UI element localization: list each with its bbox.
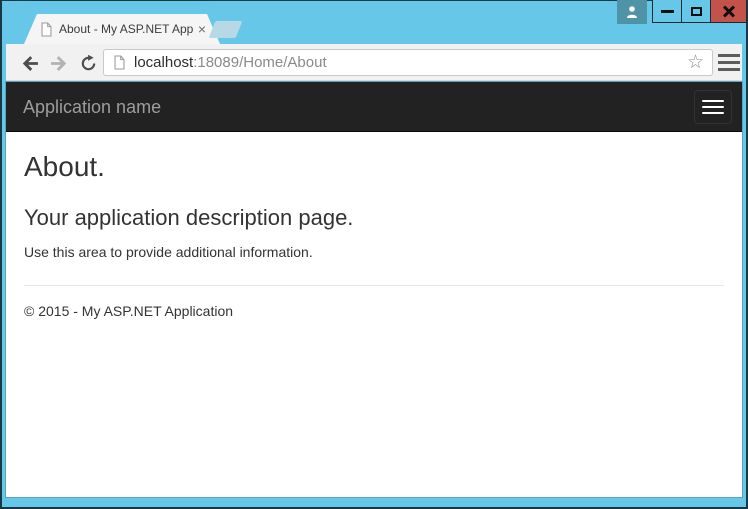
page-favicon-icon: [40, 22, 53, 37]
url-path: :18089/Home/About: [193, 54, 326, 71]
forward-arrow-icon: [48, 53, 69, 74]
reload-icon: [79, 54, 98, 73]
copyright-text: © 2015 - My ASP.NET Application: [24, 303, 724, 319]
menu-bar-icon: [718, 61, 740, 64]
hamburger-bar-icon: [702, 106, 724, 108]
close-icon: [722, 4, 736, 18]
page-footer: © 2015 - My ASP.NET Application: [24, 303, 724, 319]
browser-tab[interactable]: About - My ASP.NET Appl ×: [24, 14, 220, 44]
page-viewport: Application name About. Your application…: [6, 82, 742, 497]
maximize-button[interactable]: [681, 0, 710, 22]
back-button[interactable]: [18, 51, 42, 75]
hamburger-bar-icon: [702, 100, 724, 102]
tab-close-icon[interactable]: ×: [198, 22, 206, 36]
menu-bar-icon: [718, 54, 740, 57]
page-icon: [113, 55, 126, 70]
page-description: Use this area to provide additional info…: [24, 244, 724, 260]
navbar-toggle-button[interactable]: [694, 90, 732, 124]
forward-button[interactable]: [46, 51, 70, 75]
profile-button[interactable]: [617, 0, 647, 24]
url-input[interactable]: localhost:18089/Home/About ☆: [103, 49, 713, 76]
site-navbar: Application name: [6, 82, 742, 132]
browser-toolbar: localhost:18089/Home/About ☆: [6, 44, 742, 81]
page-title: About.: [24, 151, 724, 183]
page-content: About. Your application description page…: [6, 151, 742, 319]
url-text: localhost:18089/Home/About: [134, 54, 687, 71]
hamburger-bar-icon: [702, 112, 724, 114]
minimize-button[interactable]: [653, 0, 681, 22]
url-host: localhost: [134, 54, 193, 71]
menu-bar-icon: [718, 68, 740, 71]
divider: [24, 285, 724, 286]
user-avatar-icon: [624, 4, 640, 20]
navbar-brand-link[interactable]: Application name: [23, 82, 161, 132]
page-subtitle: Your application description page.: [24, 205, 724, 231]
window-controls: [652, 0, 747, 23]
chrome-menu-button[interactable]: [718, 54, 740, 71]
maximize-icon: [691, 7, 702, 16]
minimize-icon: [661, 10, 674, 13]
reload-button[interactable]: [76, 51, 100, 75]
close-button[interactable]: [710, 0, 746, 22]
tab-title: About - My ASP.NET Appl: [59, 22, 194, 36]
bookmark-star-icon[interactable]: ☆: [687, 53, 704, 72]
back-arrow-icon: [20, 53, 41, 74]
